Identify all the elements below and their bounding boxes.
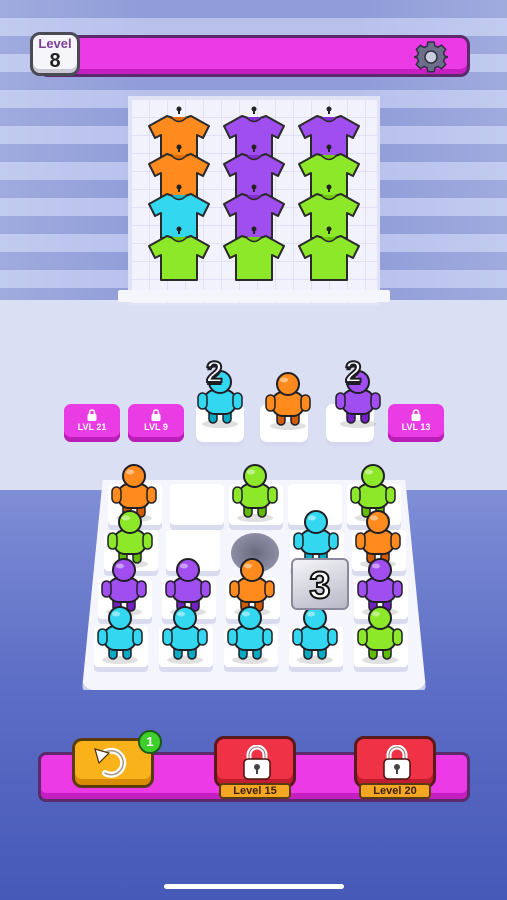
locked-booster-2[interactable] [354, 736, 436, 788]
level-badge: Level 8 [30, 32, 80, 76]
board-person[interactable] [352, 604, 408, 664]
locked-slot-2[interactable]: LVL 9 [128, 404, 184, 442]
board-person[interactable] [287, 604, 343, 664]
locked-slot-3[interactable]: LVL 13 [388, 404, 444, 442]
locked-slot-label: LVL 13 [401, 422, 431, 432]
shirt [218, 226, 290, 282]
locked-booster-1[interactable] [214, 736, 296, 788]
shirt [293, 226, 365, 282]
rack-floor [118, 290, 390, 302]
level-number: 8 [49, 50, 61, 72]
board-person[interactable] [157, 604, 213, 664]
padlock-icon [383, 745, 411, 780]
slot-count-1: 2 [205, 355, 224, 390]
gear-icon[interactable] [414, 40, 448, 74]
padlock-icon [243, 745, 271, 780]
home-indicator[interactable] [164, 884, 344, 889]
slot-count-2: 2 [344, 355, 363, 390]
level-label: Level [38, 36, 72, 51]
shirt [143, 226, 215, 282]
mystery-box[interactable]: 3 [291, 558, 349, 610]
locked-booster-2-label: Level 20 [359, 783, 431, 799]
lock-icon [87, 409, 97, 421]
queued-person [260, 370, 316, 430]
locked-slot-label: LVL 21 [77, 422, 107, 432]
lock-icon [151, 409, 161, 421]
board-person[interactable] [227, 462, 283, 522]
locked-slot-1[interactable]: LVL 21 [64, 404, 120, 442]
locked-slot-label: LVL 9 [144, 422, 168, 432]
lock-icon [411, 409, 421, 421]
board-person[interactable] [92, 604, 148, 664]
mystery-count: 3 [308, 564, 331, 608]
top-bar [38, 35, 470, 77]
locked-booster-1-label: Level 15 [219, 783, 291, 799]
undo-count-badge: 1 [138, 730, 162, 754]
board-tile[interactable] [170, 484, 224, 530]
board-person[interactable] [222, 604, 278, 664]
